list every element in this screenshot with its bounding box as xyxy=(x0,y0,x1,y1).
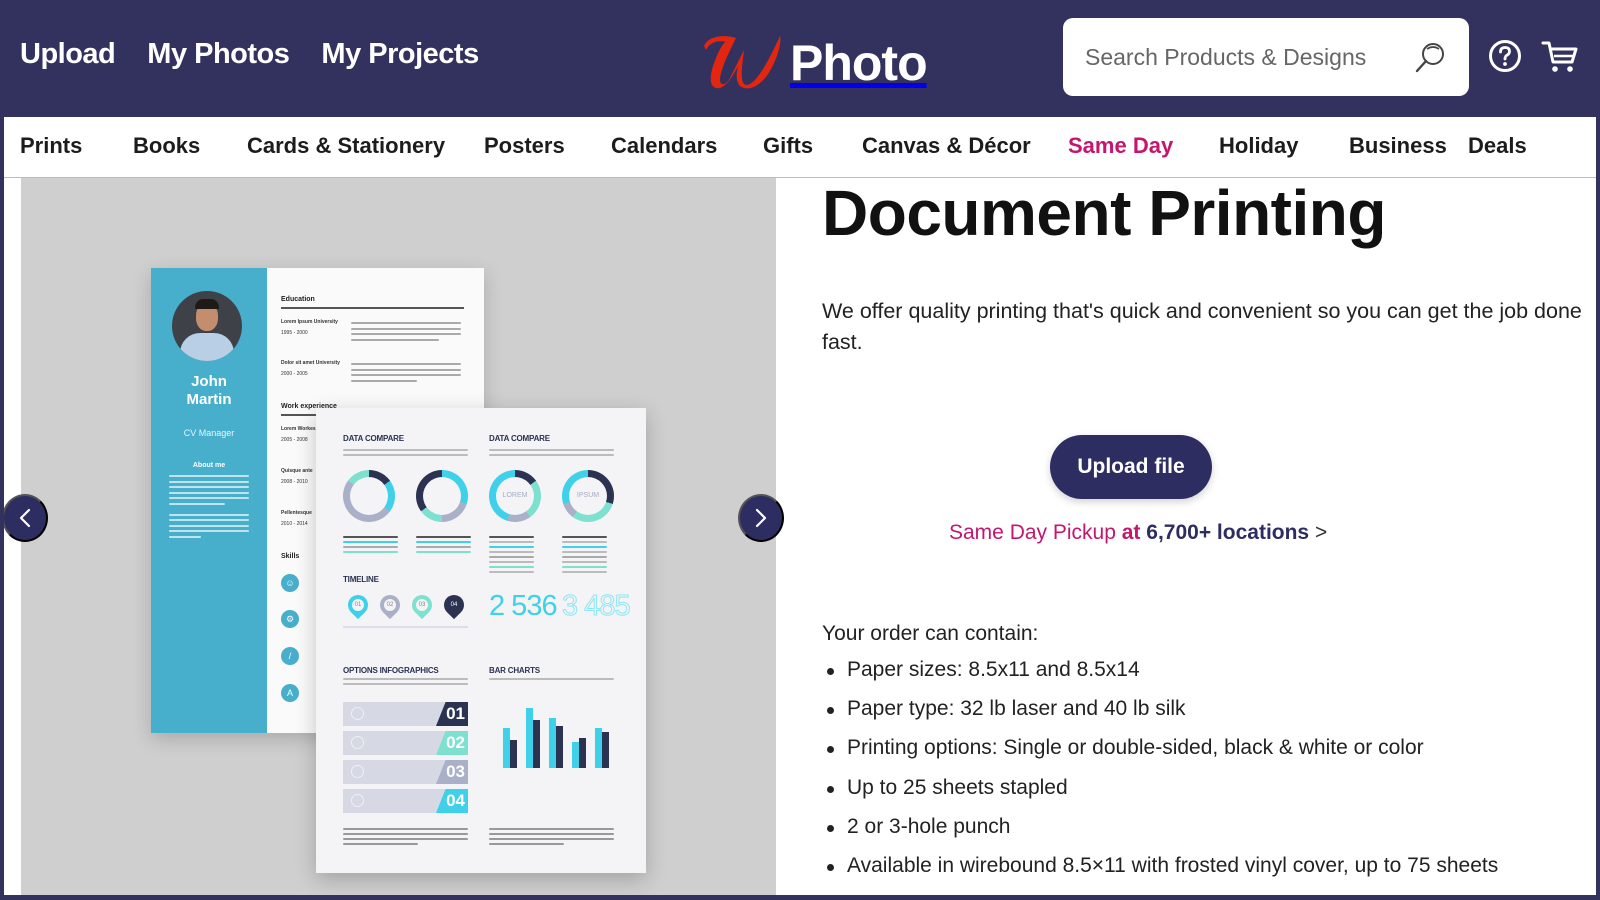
resume-about-heading: About me xyxy=(192,462,226,469)
feature-list: Paper sizes: 8.5x11 and 8.5x14 Paper typ… xyxy=(822,654,1498,889)
category-calendars[interactable]: Calendars xyxy=(611,133,717,159)
category-canvas-decor[interactable]: Canvas & Décor xyxy=(862,133,1031,159)
resume-role: CV Manager xyxy=(183,428,235,438)
nav-my-photos-link[interactable]: My Photos xyxy=(147,38,290,71)
category-cards-stationery[interactable]: Cards & Stationery xyxy=(247,133,445,159)
category-prints[interactable]: Prints xyxy=(20,133,82,159)
product-details: Document Printing We offer quality print… xyxy=(822,178,1592,895)
walgreens-w-logo-icon xyxy=(704,36,781,89)
cart-icon[interactable] xyxy=(1541,40,1579,74)
same-day-pickup-link[interactable]: Same Day Pickup at 6,700+ locations > xyxy=(949,521,1327,545)
upload-file-button[interactable]: Upload file xyxy=(1050,435,1212,499)
list-item: Up to 25 sheets stapled xyxy=(822,772,1498,811)
list-item: Paper type: 32 lb laser and 40 lb silk xyxy=(822,693,1498,732)
stat-number: 3 485 xyxy=(562,590,632,623)
carousel-prev-button[interactable] xyxy=(4,494,48,542)
main-content: John Martin CV Manager About me Educatio… xyxy=(4,178,1596,895)
donut-chart xyxy=(343,470,395,522)
chevron-right-icon xyxy=(755,508,767,528)
skill-gears-icon: ⚙ xyxy=(281,610,299,628)
mini-bar-chart xyxy=(499,698,614,768)
top-header: Upload My Photos My Projects Photo xyxy=(0,0,1600,117)
option-row: 04 xyxy=(343,789,468,813)
product-description: We offer quality printing that's quick a… xyxy=(822,299,1582,354)
resume-education-heading: Education xyxy=(281,296,315,303)
page-title: Document Printing xyxy=(822,178,1386,249)
order-contents-label: Your order can contain: xyxy=(822,622,1039,645)
skill-pen-icon: / xyxy=(281,647,299,665)
product-image-carousel: John Martin CV Manager About me Educatio… xyxy=(21,178,776,895)
nav-my-projects-link[interactable]: My Projects xyxy=(321,38,479,71)
category-books[interactable]: Books xyxy=(133,133,200,159)
search-box xyxy=(1063,18,1469,96)
option-row: 03 xyxy=(343,760,468,784)
list-item: Printing options: Single or double-sided… xyxy=(822,732,1498,771)
category-same-day[interactable]: Same Day xyxy=(1068,133,1173,159)
logo-text: Photo xyxy=(790,35,928,91)
resume-about-text xyxy=(169,475,249,541)
list-item: Available in wirebound 8.5×11 with frost… xyxy=(822,850,1498,889)
stat-number: 2 536 xyxy=(489,590,558,622)
chevron-right-icon: > xyxy=(1314,521,1328,544)
category-nav: Prints Books Cards & Stationery Posters … xyxy=(4,117,1596,178)
nav-upload-link[interactable]: Upload xyxy=(20,38,116,71)
option-row: 02 xyxy=(343,731,468,755)
search-icon[interactable] xyxy=(1413,40,1447,74)
donut-chart xyxy=(416,470,468,522)
chevron-left-icon xyxy=(19,508,31,528)
resume-name: John Martin xyxy=(186,373,232,408)
list-item: Paper sizes: 8.5x11 and 8.5x14 xyxy=(822,654,1498,693)
skill-team-icon: ☺ xyxy=(281,574,299,592)
carousel-next-button[interactable] xyxy=(738,494,784,542)
account-nav: Upload My Photos My Projects xyxy=(20,38,479,71)
option-row: 01 xyxy=(343,702,468,726)
site-logo[interactable]: Photo xyxy=(698,28,928,92)
category-business[interactable]: Business xyxy=(1349,133,1447,159)
category-gifts[interactable]: Gifts xyxy=(763,133,813,159)
help-icon[interactable] xyxy=(1488,39,1522,73)
resume-avatar xyxy=(172,291,242,361)
category-holiday[interactable]: Holiday xyxy=(1219,133,1298,159)
resume-skills-heading: Skills xyxy=(281,553,300,560)
skill-letter-icon: A xyxy=(281,684,299,702)
resume-sidebar: John Martin CV Manager About me xyxy=(151,268,267,733)
list-item: 2 or 3-hole punch xyxy=(822,811,1498,850)
search-input[interactable] xyxy=(1085,43,1413,71)
category-posters[interactable]: Posters xyxy=(484,133,565,159)
category-deals[interactable]: Deals xyxy=(1468,133,1527,159)
infographic-template-image: DATA COMPARE DATA COMPARE LOREM IPSUM TI… xyxy=(316,408,646,873)
